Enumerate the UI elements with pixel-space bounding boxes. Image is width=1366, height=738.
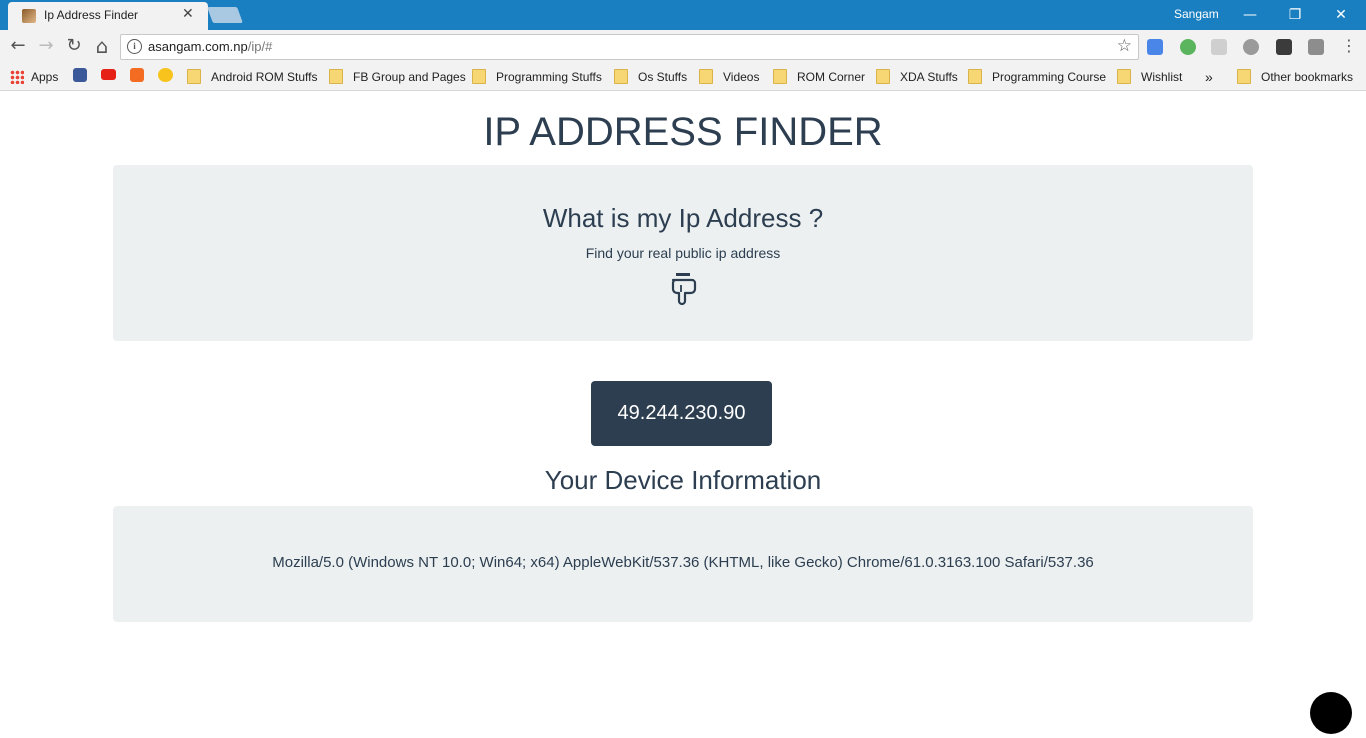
tab-close-icon[interactable]: ✕ [182, 6, 194, 22]
folder-icon [472, 69, 486, 84]
page-title: IP ADDRESS FINDER [483, 110, 883, 154]
back-icon[interactable]: ← [7, 35, 29, 57]
folder-icon [876, 69, 890, 84]
site-favicon-icon [22, 9, 36, 23]
bookmark-star-icon[interactable]: ☆ [1117, 36, 1132, 56]
folder-icon [773, 69, 787, 84]
reload-icon[interactable]: ↻ [63, 35, 85, 57]
forward-icon[interactable]: → [35, 35, 57, 57]
youtube-icon[interactable] [101, 69, 116, 80]
folder-icon [1117, 69, 1131, 84]
new-tab-button[interactable] [207, 7, 243, 23]
close-window-icon[interactable]: ✕ [1318, 3, 1364, 27]
folder-icon [329, 69, 343, 84]
bookmark-folder[interactable]: Videos [699, 68, 759, 86]
url-text[interactable]: asangam.com.np/ip/# [148, 39, 272, 54]
folder-icon [614, 69, 628, 84]
hero-subtitle: Find your real public ip address [585, 245, 781, 261]
folder-icon [187, 69, 201, 84]
folder-icon [699, 69, 713, 84]
url-host: asangam.com.np [148, 39, 248, 54]
camera-extension-icon[interactable] [1211, 39, 1227, 55]
address-bar[interactable]: i asangam.com.np/ip/# ☆ [120, 34, 1139, 60]
bookmark-label: FB Group and Pages [353, 70, 466, 84]
folder-icon [1237, 69, 1251, 84]
bookmark-folder[interactable]: Programming Stuffs [472, 68, 602, 86]
minimize-icon[interactable]: — [1227, 3, 1273, 27]
browser-menu-icon[interactable]: ⋮ [1338, 35, 1360, 57]
browser-titlebar: Ip Address Finder ✕ Sangam — ❐ ✕ [0, 0, 1366, 30]
facebook-icon[interactable] [73, 68, 87, 82]
tab-title: Ip Address Finder [44, 8, 139, 22]
bookmark-label: Videos [723, 70, 760, 84]
bookmark-apps[interactable]: Apps [10, 68, 58, 86]
green-extension-icon[interactable] [1180, 39, 1196, 55]
orange-bookmark-icon[interactable] [130, 68, 144, 82]
bookmark-label: Programming Stuffs [496, 70, 602, 84]
bookmark-label: Programming Course [992, 70, 1107, 84]
bookmarks-bar: Apps Android ROM Stuffs FB Group and Pag… [0, 63, 1366, 91]
site-info-icon[interactable]: i [127, 39, 142, 54]
bookmark-folder[interactable]: FB Group and Pages [329, 68, 466, 86]
url-path: /ip/# [247, 39, 273, 54]
bookmark-label: Os Stuffs [638, 70, 688, 84]
profile-name[interactable]: Sangam [1174, 7, 1219, 21]
other-bookmarks-label: Other bookmarks [1261, 70, 1354, 84]
bookmark-folder[interactable]: Os Stuffs [614, 68, 687, 86]
bookmark-label: XDA Stuffs [900, 70, 958, 84]
restore-icon[interactable]: ❐ [1272, 3, 1318, 27]
hand-pointing-down-icon [671, 273, 697, 306]
bookmark-folder[interactable]: Programming Course [968, 68, 1106, 86]
bookmark-folder[interactable]: Android ROM Stuffs [187, 68, 318, 86]
device-info-heading: Your Device Information [544, 465, 822, 495]
bookmark-label: ROM Corner [797, 70, 866, 84]
home-icon[interactable]: ⌂ [91, 35, 113, 57]
other-bookmarks[interactable]: Other bookmarks [1237, 68, 1353, 86]
bookmark-folder[interactable]: Wishlist [1117, 68, 1182, 86]
ip-address-button[interactable]: 49.244.230.90 [591, 381, 772, 446]
browser-tab[interactable]: Ip Address Finder ✕ [8, 2, 208, 30]
device-info-panel: Mozilla/5.0 (Windows NT 10.0; Win64; x64… [113, 506, 1253, 622]
bookmark-folder[interactable]: XDA Stuffs [876, 68, 958, 86]
dots-extension-icon[interactable] [1276, 39, 1292, 55]
hero-panel: What is my Ip Address ? Find your real p… [113, 165, 1253, 341]
floating-chat-button[interactable] [1310, 692, 1352, 734]
folder-icon [968, 69, 982, 84]
apps-grid-icon [10, 70, 24, 84]
user-agent-text: Mozilla/5.0 (Windows NT 10.0; Win64; x64… [272, 554, 1094, 571]
yellow-bookmark-icon[interactable] [158, 68, 173, 82]
translate-extension-icon[interactable] [1147, 39, 1163, 55]
bookmark-label: Android ROM Stuffs [211, 70, 318, 84]
hero-title: What is my Ip Address ? [542, 203, 824, 233]
bookmark-apps-label: Apps [31, 70, 59, 84]
grey-extension-icon[interactable] [1243, 39, 1259, 55]
bookmarks-overflow-icon[interactable]: » [1205, 68, 1213, 86]
browser-toolbar: ← → ↻ ⌂ i asangam.com.np/ip/# ☆ ⋮ [0, 30, 1366, 63]
bookmark-label: Wishlist [1141, 70, 1183, 84]
tb-extension-icon[interactable] [1308, 39, 1324, 55]
bookmark-folder[interactable]: ROM Corner [773, 68, 865, 86]
